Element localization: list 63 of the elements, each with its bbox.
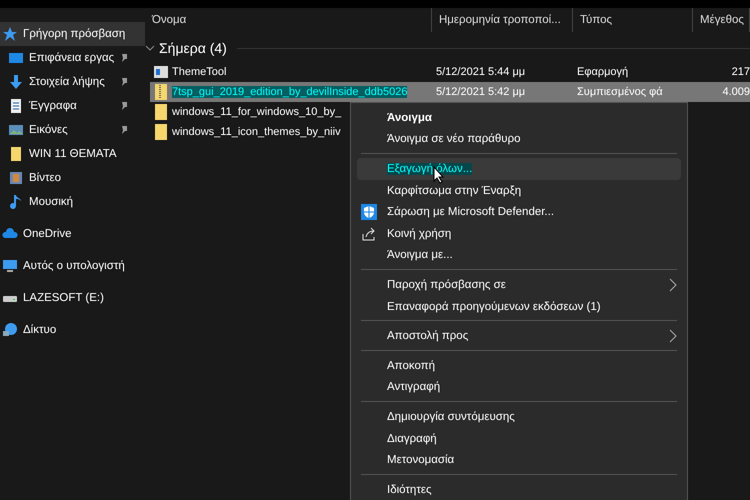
menu-item[interactable]: Άνοιγμα <box>357 107 681 129</box>
chevron-icon[interactable] <box>145 43 155 53</box>
menu-item[interactable]: Καρφίτσωμα στην Έναρξη <box>357 180 681 202</box>
column-header[interactable]: Ημερομηνία τροποποί... <box>432 8 573 32</box>
sidebar-item[interactable]: Εικόνες <box>0 118 145 142</box>
sidebar-item[interactable]: Μουσική <box>0 190 145 214</box>
column-header[interactable]: Όνομα <box>145 8 432 32</box>
table-cell: 5/12/2021 5:42 μμ <box>436 86 526 98</box>
sidebar-item[interactable]: Έγγραφα <box>0 94 145 118</box>
pin-icon <box>119 101 129 111</box>
download-icon <box>8 74 24 90</box>
menu-item[interactable]: Επαναφορά προηγούμενων εκδόσεων (1) <box>357 296 681 318</box>
desktop-icon <box>8 50 24 66</box>
menu-item[interactable]: Παροχή πρόσβασης σε <box>357 274 681 296</box>
application-icon <box>154 64 168 80</box>
table-cell: 5/12/2021 5:44 μμ <box>436 66 526 78</box>
share-icon <box>361 226 377 242</box>
menu-item[interactable]: Ιδιότητες <box>357 478 681 500</box>
pin-icon <box>119 77 129 87</box>
pin-icon <box>119 53 129 63</box>
file-name[interactable]: 7tsp_gui_2019_edition_by_devilInside_ddb5026 <box>172 86 408 98</box>
sidebar-item[interactable]: WIN 11 ΘΕΜΑΤΑ <box>0 142 145 166</box>
table-cell: Εφαρμογή <box>577 66 628 78</box>
table-cell: 4.009 <box>722 86 750 98</box>
pin-icon <box>119 125 129 135</box>
column-header[interactable]: Τύπος <box>573 8 693 32</box>
folder-icon <box>8 146 24 162</box>
folder-icon <box>154 124 168 140</box>
table-cell: 217 <box>732 66 750 78</box>
sidebar-item[interactable]: Αυτός ο υπολογιστή <box>0 254 145 278</box>
column-header[interactable]: Μέγεθος <box>693 8 750 32</box>
menu-item[interactable]: Δημιουργία συντόμευσης <box>357 406 681 428</box>
menu-item[interactable]: Άνοιγμα σε νέο παράθυρο <box>357 128 681 150</box>
document-icon <box>8 98 24 114</box>
menu-item[interactable]: Διαγραφή <box>357 428 681 450</box>
menu-item[interactable]: Μετονομασία <box>357 449 681 471</box>
sidebar-item[interactable]: Δίκτυο <box>0 318 145 342</box>
film-icon <box>8 170 24 186</box>
sidebar-item[interactable]: Επιφάνεια εργας <box>0 46 145 70</box>
menu-item[interactable]: Αποκοπή <box>357 354 681 377</box>
menu-item[interactable]: Αντιγραφή <box>357 376 681 398</box>
file-name[interactable]: ThemeTool <box>172 66 226 78</box>
menu-item[interactable]: Σάρωση με Microsoft Defender... <box>357 201 681 223</box>
pictures-icon <box>8 122 24 138</box>
sidebar-item[interactable]: OneDrive <box>0 222 145 246</box>
sidebar-item[interactable]: Στοιχεία λήψης <box>0 70 145 94</box>
table-cell: Συμπιεσμένος φά <box>577 86 663 98</box>
menu-item[interactable]: Κοινή χρήση <box>357 222 681 245</box>
zip-icon <box>154 84 168 100</box>
file-name[interactable]: windows_11_icon_themes_by_niiv <box>172 126 341 138</box>
folder-icon <box>154 104 168 120</box>
computer-icon <box>2 258 18 274</box>
network-icon <box>2 322 18 338</box>
music-note-icon <box>8 194 24 210</box>
sidebar-item[interactable]: Γρήγορη πρόσβαση <box>0 22 145 46</box>
sidebar-item[interactable]: LAZESOFT (E:) <box>0 286 145 310</box>
menu-item[interactable]: Άνοιγμα με... <box>357 244 681 266</box>
file-name[interactable]: windows_11_for_windows_10_by_ <box>172 106 342 118</box>
shield-icon <box>361 204 377 220</box>
menu-item[interactable]: Αποστολή προς <box>357 325 681 347</box>
star-icon <box>2 26 18 42</box>
group-header: Σήμερα (4) <box>159 40 227 56</box>
sidebar-item[interactable]: Βίντεο <box>0 166 145 190</box>
